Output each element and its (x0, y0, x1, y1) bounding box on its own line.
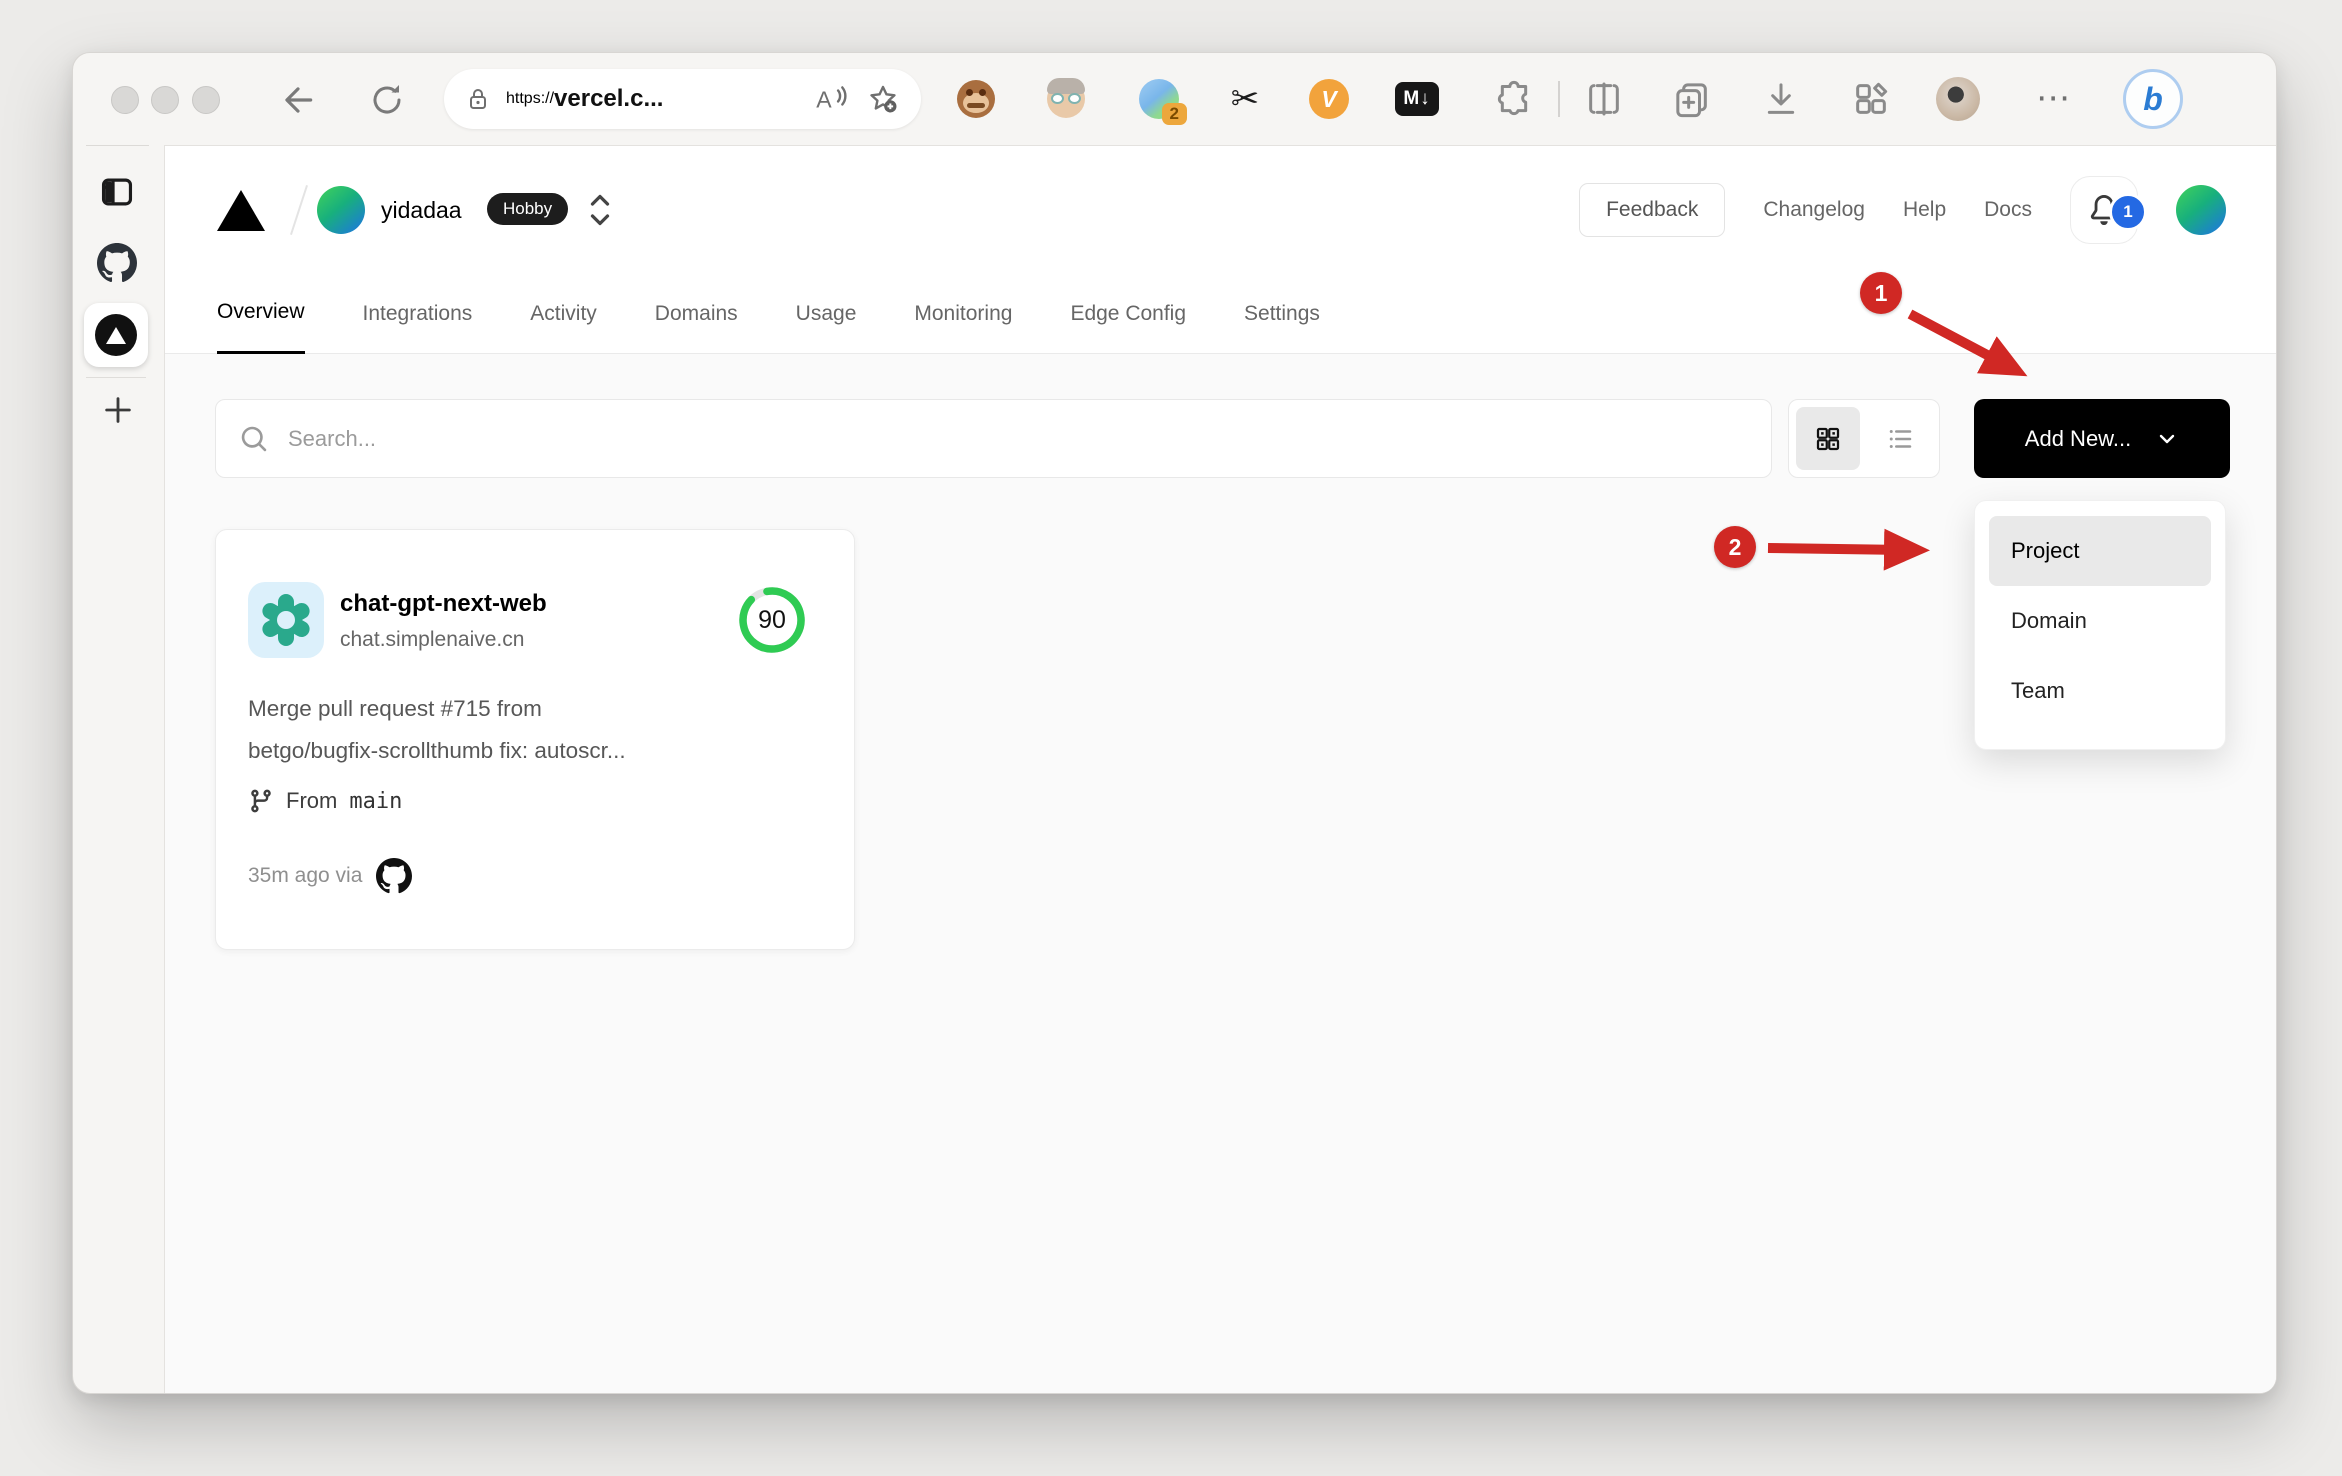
search-box (215, 399, 1772, 478)
add-favorite-icon[interactable] (867, 83, 899, 115)
tab-edge-config[interactable]: Edge Config (1070, 274, 1186, 354)
add-new-dropdown: Project Domain Team (1974, 500, 2226, 750)
view-toggle (1788, 399, 1940, 478)
notifications-button[interactable]: 1 (2070, 176, 2147, 244)
sidebar-divider (86, 377, 146, 378)
tab-activity[interactable]: Activity (530, 274, 597, 354)
team-avatar[interactable] (317, 186, 365, 234)
svg-text:A: A (816, 87, 832, 113)
deployed-time: 35m ago via (248, 864, 363, 887)
browser-toolbar: https://vercel.c... A 2 ✂ V M↓ ⋯ b (73, 53, 2276, 145)
url-scheme: https:// (506, 90, 555, 107)
back-icon[interactable] (278, 81, 318, 119)
notification-count-badge: 1 (2109, 193, 2147, 231)
sidebar-panel-icon[interactable] (98, 173, 136, 211)
feedback-button[interactable]: Feedback (1579, 183, 1726, 237)
vercel-nav-tabs: Overview Integrations Activity Domains U… (165, 274, 2276, 354)
search-icon (241, 426, 267, 451)
project-domain[interactable]: chat.simplenaive.cn (340, 628, 524, 652)
vercel-icon (95, 314, 137, 356)
project-card[interactable]: chat-gpt-next-web chat.simplenaive.cn 90… (215, 529, 855, 950)
bing-chat-icon[interactable]: b (2123, 69, 2183, 129)
vercel-logo[interactable] (217, 190, 265, 231)
annotation-step-1: 1 (1860, 272, 1902, 314)
project-icon-tile (248, 582, 324, 658)
tab-group-extension-icon[interactable]: 2 (1137, 77, 1187, 125)
breadcrumb-slash (290, 184, 308, 236)
monkey-extension-icon[interactable] (954, 77, 998, 121)
search-input[interactable] (286, 424, 1747, 453)
github-icon (376, 858, 413, 894)
grid-view-button[interactable] (1796, 407, 1860, 470)
lock-icon (470, 89, 486, 109)
apps-edit-icon[interactable] (1851, 79, 1891, 119)
help-link[interactable]: Help (1903, 198, 1946, 222)
vercel-sidebar-tab[interactable] (84, 303, 148, 367)
desktop: https://vercel.c... A 2 ✂ V M↓ ⋯ b yidad… (0, 0, 2342, 1476)
branch-prefix: From (286, 788, 338, 813)
list-view-button[interactable] (1868, 407, 1932, 470)
user-avatar[interactable] (2176, 185, 2226, 235)
github-sidebar-icon[interactable] (97, 243, 137, 283)
annotation-step-2: 2 (1714, 526, 1756, 568)
tab-domains[interactable]: Domains (655, 274, 738, 354)
chevron-down-icon (2159, 434, 2175, 443)
dropdown-item-project[interactable]: Project (1989, 516, 2211, 586)
browser-sidebar (73, 145, 164, 1393)
url-host: vercel.c... (554, 85, 664, 112)
reload-icon[interactable] (369, 82, 405, 118)
minimize-window-button[interactable] (151, 86, 179, 114)
toolbar-divider (1558, 81, 1560, 117)
projects-body: Add New... Project Domain Team (165, 354, 2276, 1393)
git-branch-icon (251, 789, 271, 813)
tab-monitoring[interactable]: Monitoring (914, 274, 1012, 354)
v-extension-icon[interactable]: V (1307, 77, 1351, 121)
team-name[interactable]: yidadaa (381, 197, 462, 224)
collections-add-icon[interactable] (1672, 79, 1712, 119)
markdown-extension-icon[interactable]: M↓ (1395, 77, 1439, 121)
deployment-meta: 35m ago via (248, 858, 413, 894)
tab-settings[interactable]: Settings (1244, 274, 1320, 354)
close-window-button[interactable] (111, 86, 139, 114)
extensions-puzzle-icon[interactable] (1494, 79, 1534, 119)
vercel-header: yidadaa Hobby Feedback Changelog Help Do… (165, 146, 2276, 274)
project-name[interactable]: chat-gpt-next-web (340, 590, 547, 618)
plan-badge: Hobby (487, 193, 569, 225)
scissors-extension-icon[interactable]: ✂ (1223, 77, 1267, 121)
docs-link[interactable]: Docs (1984, 198, 2032, 222)
team-switcher-icon[interactable] (585, 189, 615, 231)
branch-name: main (349, 788, 403, 814)
add-new-button[interactable]: Add New... (1974, 399, 2230, 478)
downloads-icon[interactable] (1761, 79, 1801, 119)
list-view-icon (1889, 429, 1912, 448)
more-menu-icon[interactable]: ⋯ (2031, 75, 2077, 121)
zoom-window-button[interactable] (192, 86, 220, 114)
vercel-page: yidadaa Hobby Feedback Changelog Help Do… (164, 145, 2276, 1393)
profile-avatar[interactable] (1936, 77, 1980, 121)
branch-row: From main (248, 788, 402, 814)
person-extension-icon[interactable] (1044, 77, 1088, 121)
tab-usage[interactable]: Usage (796, 274, 857, 354)
add-sidebar-item-icon[interactable] (101, 393, 135, 427)
dropdown-item-domain[interactable]: Domain (1989, 586, 2211, 656)
score-ring: 90 (734, 582, 810, 658)
changelog-link[interactable]: Changelog (1763, 198, 1865, 222)
split-screen-icon[interactable] (1584, 79, 1624, 119)
read-aloud-icon[interactable]: A (815, 84, 849, 114)
dropdown-item-team[interactable]: Team (1989, 656, 2211, 726)
browser-window: https://vercel.c... A 2 ✂ V M↓ ⋯ b yidad… (72, 52, 2277, 1394)
tab-overview[interactable]: Overview (217, 274, 305, 354)
address-bar[interactable]: https://vercel.c... A (444, 69, 921, 129)
tab-integrations[interactable]: Integrations (363, 274, 473, 354)
score-value: 90 (758, 605, 786, 634)
tab-group-count-badge: 2 (1161, 103, 1187, 125)
commit-message: Merge pull request #715 from betgo/bugfi… (248, 696, 626, 763)
openai-icon (259, 594, 313, 646)
grid-view-icon (1816, 427, 1840, 450)
